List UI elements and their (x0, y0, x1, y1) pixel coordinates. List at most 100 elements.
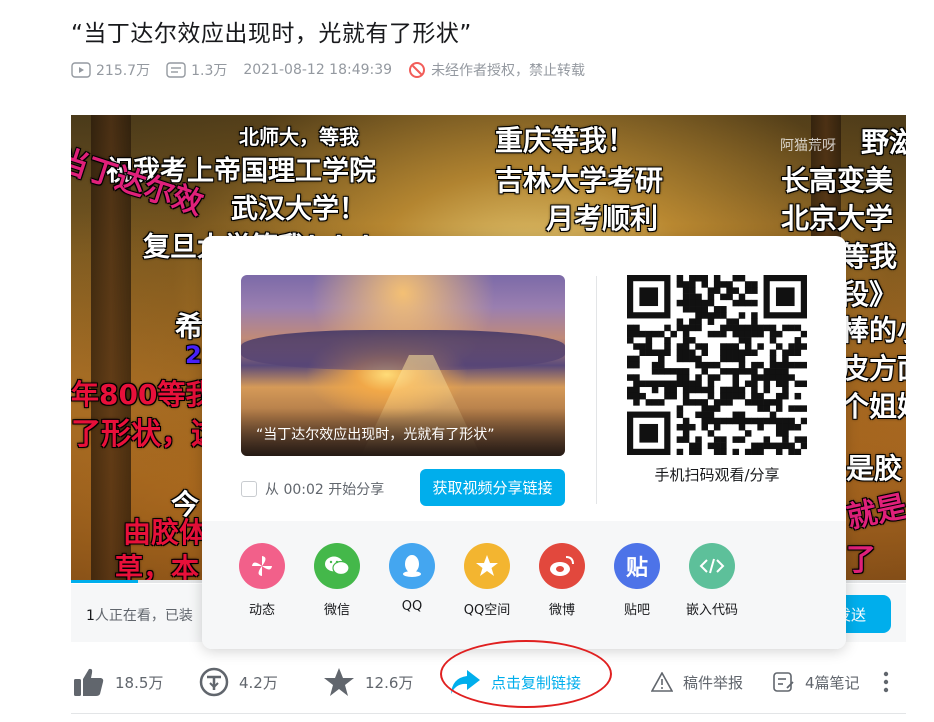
share-embed[interactable]: 嵌入代码 (682, 543, 742, 618)
qr-module (800, 436, 807, 443)
share-tieba[interactable]: 贴 贴吧 (607, 543, 667, 618)
qr-module (751, 287, 758, 294)
qr-module (751, 299, 758, 307)
share-weibo[interactable]: 微博 (532, 543, 592, 618)
qr-module (633, 399, 640, 406)
qr-module (689, 423, 696, 431)
qr-module (726, 287, 733, 294)
qr-module (775, 405, 783, 412)
share-qq[interactable]: QQ (382, 543, 442, 614)
danmaku-line: 长高变美 (781, 164, 894, 197)
danmaku-line: 重庆等我！ (495, 124, 636, 157)
danmaku-count-icon (166, 62, 186, 78)
qr-module (701, 399, 708, 406)
qr-module (769, 361, 777, 369)
qr-module (732, 374, 740, 381)
qr-module (769, 374, 777, 381)
qr-module (695, 275, 702, 282)
coin-button[interactable]: 4.2万 (199, 660, 278, 704)
qr-module (627, 386, 634, 394)
share-qzone[interactable]: QQ空间 (457, 543, 517, 618)
share-dynamic[interactable]: 动态 (232, 543, 292, 618)
qr-module (645, 399, 653, 406)
start-from-checkbox[interactable] (241, 481, 257, 497)
qr-module (627, 361, 634, 369)
qr-module (713, 442, 721, 450)
qr-module (707, 318, 715, 325)
qr-module (645, 380, 653, 388)
qr-module (751, 374, 758, 381)
danmaku-line: 就是 (843, 489, 906, 536)
qr-module (732, 448, 740, 455)
qr-module (782, 361, 789, 369)
qr-module (701, 417, 708, 425)
qr-code-label: 手机扫码观看/分享 (654, 466, 780, 484)
qr-module (689, 380, 696, 388)
more-button[interactable] (883, 660, 899, 704)
qr-module (782, 386, 789, 394)
qr-module (800, 380, 807, 388)
qr-module (738, 361, 746, 369)
qr-module (695, 324, 702, 332)
report-button[interactable]: 稿件举报 (651, 660, 743, 704)
qr-module (695, 355, 702, 363)
favorite-button[interactable]: 12.6万 (323, 660, 413, 704)
share-embed-label: 嵌入代码 (685, 603, 738, 618)
video-thumbnail: “当丁达尔效应出现时，光就有了形状” (241, 275, 565, 456)
qr-module (744, 281, 752, 288)
danmaku-line: 草，本 (115, 552, 200, 583)
qr-module (788, 417, 795, 425)
qr-module (757, 392, 764, 400)
qr-module (633, 386, 640, 394)
qr-module (782, 368, 789, 375)
notes-button[interactable]: 4篇笔记 (773, 660, 860, 704)
qr-module (720, 306, 727, 313)
qr-module (720, 355, 727, 363)
qr-module (775, 399, 783, 406)
qr-module (757, 374, 764, 381)
qr-module (695, 299, 702, 307)
more-vertical-icon (883, 671, 889, 693)
report-label: 稿件举报 (683, 673, 744, 692)
qr-module (689, 299, 696, 307)
qr-module (794, 324, 802, 332)
qr-module (769, 337, 777, 344)
share-wechat[interactable]: 微信 (307, 543, 367, 618)
qr-module (664, 386, 671, 394)
qr-module (707, 380, 715, 388)
qr-module (676, 374, 684, 381)
qr-module (707, 330, 715, 338)
red-annotation-circle (440, 640, 612, 708)
qr-module (788, 405, 795, 412)
qr-module (676, 299, 684, 307)
qr-module (713, 436, 721, 443)
qr-module (738, 324, 746, 332)
qr-module (689, 324, 696, 332)
qr-module (738, 411, 746, 419)
qr-module (645, 337, 653, 344)
qr-module (713, 361, 721, 369)
qr-module (682, 380, 690, 388)
qr-module (720, 330, 727, 338)
qr-module (682, 287, 690, 294)
qzone-star-icon (464, 543, 510, 589)
qr-module (682, 355, 690, 363)
start-from-toggle[interactable]: 从 00:02 开始分享 (241, 479, 384, 499)
qr-module (639, 380, 646, 388)
get-share-link-button[interactable]: 获取视频分享链接 (420, 469, 565, 506)
qr-module (651, 330, 659, 338)
qr-module (782, 374, 789, 381)
qr-module (769, 399, 777, 406)
like-button[interactable]: 18.5万 (73, 660, 163, 704)
qr-module (744, 430, 752, 437)
qr-module (788, 374, 795, 381)
qr-module (782, 442, 789, 450)
share-qq-label: QQ (401, 599, 423, 614)
qr-module (800, 405, 807, 412)
wechat-icon (314, 543, 360, 589)
qr-module (664, 392, 671, 400)
qr-module (720, 368, 727, 375)
qr-module (682, 430, 690, 437)
qr-module (713, 330, 721, 338)
qr-module (751, 380, 758, 388)
